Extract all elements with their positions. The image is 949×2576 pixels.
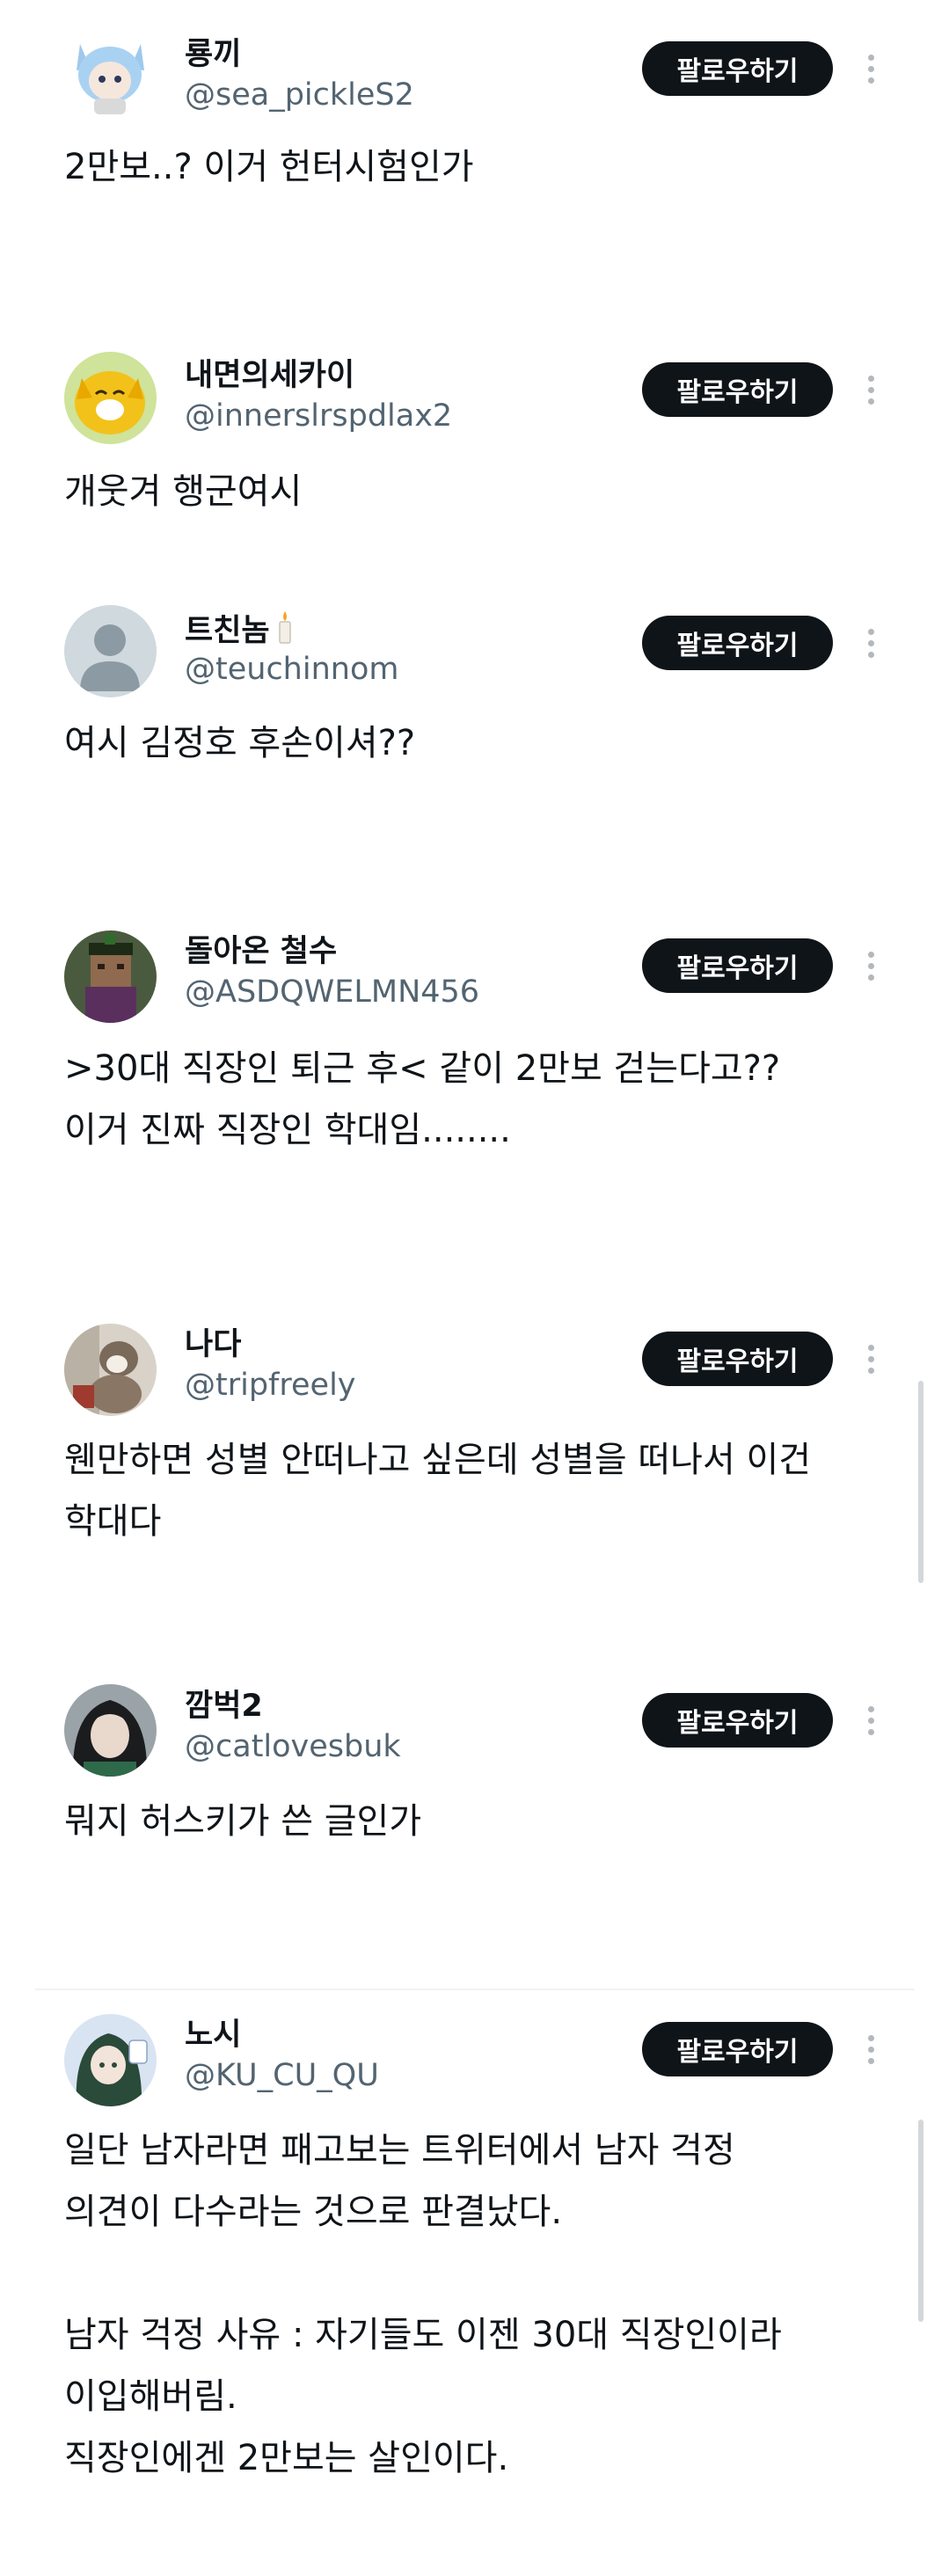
display-name-text: 트친놈 (185, 613, 270, 649)
default-avatar-icon (64, 605, 157, 697)
divider (35, 1989, 915, 1990)
more-options-icon[interactable] (858, 363, 884, 416)
follow-button[interactable]: 팔로우하기 (642, 41, 833, 96)
user-handle[interactable]: @innerslrspdlax2 (185, 397, 452, 435)
display-name[interactable]: 룡끼 (185, 35, 241, 74)
avatar[interactable] (64, 1324, 157, 1416)
display-name[interactable]: 트친놈 (185, 609, 295, 654)
post-text: >30대 직장인 퇴근 후< 같이 2만보 걷는다고?? 이거 진짜 직장인 학… (64, 1048, 781, 1150)
avatar-image (64, 352, 157, 444)
user-handle[interactable]: @KU_CU_QU (185, 2056, 379, 2095)
more-options-icon[interactable] (858, 939, 884, 992)
post-text: 2만보..? 이거 헌터시험인가 (64, 147, 474, 187)
display-name[interactable]: 돌아온 철수 (185, 932, 337, 971)
avatar-image (64, 1324, 157, 1416)
avatar[interactable] (64, 930, 157, 1023)
follow-button[interactable]: 팔로우하기 (642, 362, 833, 417)
follow-button[interactable]: 팔로우하기 (642, 938, 833, 993)
avatar-image (64, 26, 157, 119)
follow-button[interactable]: 팔로우하기 (642, 616, 833, 670)
follow-button[interactable]: 팔로우하기 (642, 1693, 833, 1748)
user-handle[interactable]: @ASDQWELMN456 (185, 973, 479, 1011)
avatar[interactable] (64, 352, 157, 444)
candle-icon (275, 609, 295, 654)
post-text: 일단 남자라면 패고보는 트위터에서 남자 걱정 의견이 다수라는 것으로 판결… (64, 2130, 782, 2478)
avatar[interactable] (64, 1684, 157, 1777)
more-options-icon[interactable] (858, 2023, 884, 2076)
user-handle[interactable]: @sea_pickleS2 (185, 76, 414, 114)
avatar[interactable] (64, 26, 157, 119)
avatar[interactable] (64, 2014, 157, 2106)
display-name[interactable]: 깜벅2 (185, 1687, 263, 1726)
avatar-image (64, 2014, 157, 2106)
post-text: 개웃겨 행군여시 (64, 471, 303, 512)
more-options-icon[interactable] (858, 1332, 884, 1385)
more-options-icon[interactable] (858, 42, 884, 95)
display-name[interactable]: 내면의세카이 (185, 356, 354, 395)
post-text: 뭐지 허스키가 쓴 글인가 (64, 1801, 422, 1842)
avatar-image (64, 930, 157, 1023)
post-text: 웬만하면 성별 안떠나고 싶은데 성별을 떠나서 이건 학대다 (64, 1440, 812, 1542)
user-handle[interactable]: @catlovesbuk (185, 1727, 401, 1766)
follow-button[interactable]: 팔로우하기 (642, 2022, 833, 2076)
more-options-icon[interactable] (858, 1694, 884, 1747)
more-options-icon[interactable] (858, 617, 884, 669)
user-handle[interactable]: @teuchinnom (185, 650, 398, 689)
avatar[interactable] (64, 605, 157, 697)
scrollbar[interactable] (918, 1381, 923, 1583)
display-name[interactable]: 노시 (185, 2016, 241, 2054)
user-handle[interactable]: @tripfreely (185, 1366, 356, 1405)
follow-button[interactable]: 팔로우하기 (642, 1332, 833, 1386)
avatar-image (64, 1684, 157, 1777)
post-text: 여시 김정호 후손이셔?? (64, 723, 416, 763)
display-name[interactable]: 나다 (185, 1325, 241, 1364)
scrollbar[interactable] (918, 2120, 923, 2322)
